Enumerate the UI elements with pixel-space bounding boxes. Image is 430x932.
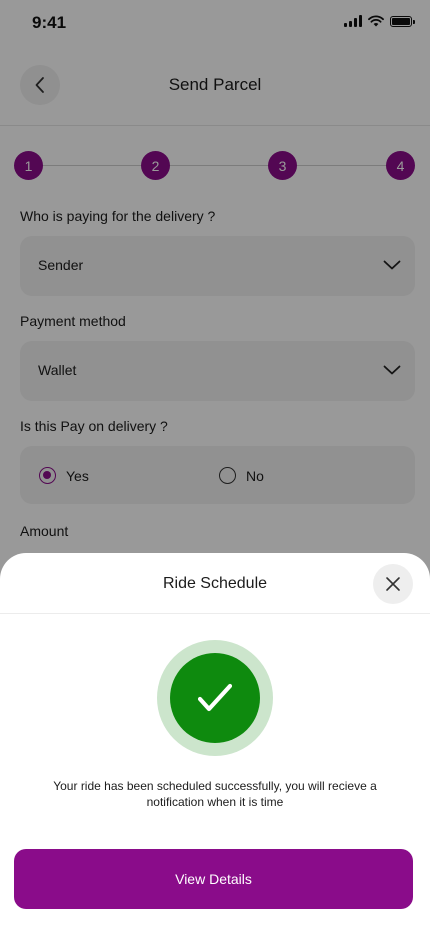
success-circle (170, 653, 260, 743)
view-details-button[interactable]: View Details (14, 849, 413, 909)
checkmark-icon (198, 683, 232, 712)
ride-schedule-sheet: Ride Schedule Your ride has been schedul… (0, 553, 430, 932)
success-badge (157, 640, 273, 756)
close-icon (386, 577, 400, 591)
sheet-title: Ride Schedule (162, 575, 268, 592)
sheet-header: Ride Schedule (0, 553, 430, 614)
close-button[interactable] (373, 564, 413, 604)
success-message: Your ride has been scheduled successfull… (53, 779, 377, 809)
